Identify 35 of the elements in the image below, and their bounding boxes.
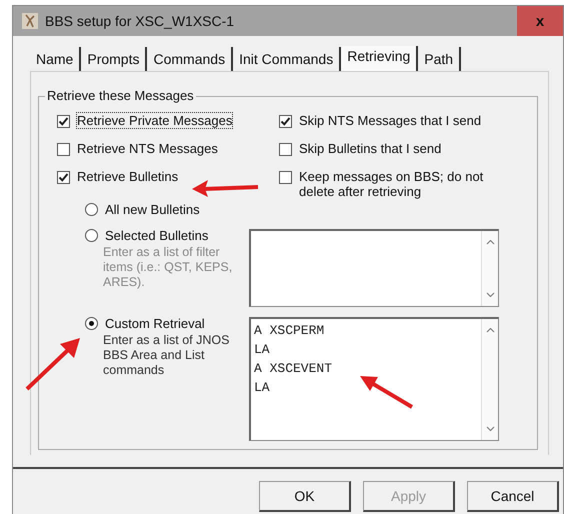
hint-text: Enter as a list of filter items (i.e.: QST, KEPS, ARES). — [102, 245, 234, 290]
close-button[interactable]: x — [517, 6, 563, 36]
radio-label[interactable]: Custom Retrieval — [105, 316, 205, 330]
dialog-button[interactable]: OK — [259, 481, 351, 512]
radio-label[interactable]: Selected Bulletins — [105, 228, 208, 242]
radio-button[interactable] — [85, 316, 98, 330]
arrow-drawing — [358, 374, 414, 410]
hint-text: Enter as a list of JNOS BBS Area and List commands — [102, 333, 230, 378]
radio-button[interactable] — [85, 202, 98, 216]
checkbox[interactable] — [279, 115, 292, 128]
group-title: Retrieve these Messages — [45, 88, 196, 103]
dialog-button[interactable]: Cancel — [467, 481, 559, 512]
checkbox-label[interactable]: Retrieve NTS Messages — [77, 141, 218, 156]
checkbox-label[interactable]: Skip Bulletins that I send — [299, 141, 442, 156]
text-area[interactable]: A XSCPERM LA A XSCEVENT LA — [249, 317, 499, 441]
app-icon — [21, 12, 39, 30]
checkbox-label[interactable]: Retrieve Bulletins — [77, 169, 178, 184]
scroll-bar[interactable] — [481, 231, 498, 306]
window-title: BBS setup for XSC_W1XSC-1 — [45, 13, 236, 29]
radio-button[interactable] — [85, 228, 98, 242]
checkbox-label[interactable]: Keep messages on BBS; do not delete after retrieving — [299, 169, 504, 199]
tab[interactable]: Retrieving — [341, 46, 418, 71]
checkbox[interactable] — [57, 171, 70, 184]
arrow-drawing — [24, 336, 82, 392]
scroll-bar[interactable] — [481, 319, 498, 440]
checkbox-label[interactable]: Retrieve Private Messages — [77, 113, 232, 128]
text-area[interactable] — [249, 229, 499, 307]
commands-text: A XSCPERM LA A XSCEVENT LA — [253, 322, 334, 397]
checkbox-label[interactable]: Skip NTS Messages that I send — [299, 113, 482, 128]
radio-label[interactable]: All new Bulletins — [105, 202, 200, 216]
checkbox[interactable] — [279, 171, 292, 184]
arrow-drawing — [190, 178, 260, 198]
checkbox[interactable] — [279, 143, 292, 156]
checkbox[interactable] — [57, 115, 70, 128]
checkbox[interactable] — [57, 143, 70, 156]
